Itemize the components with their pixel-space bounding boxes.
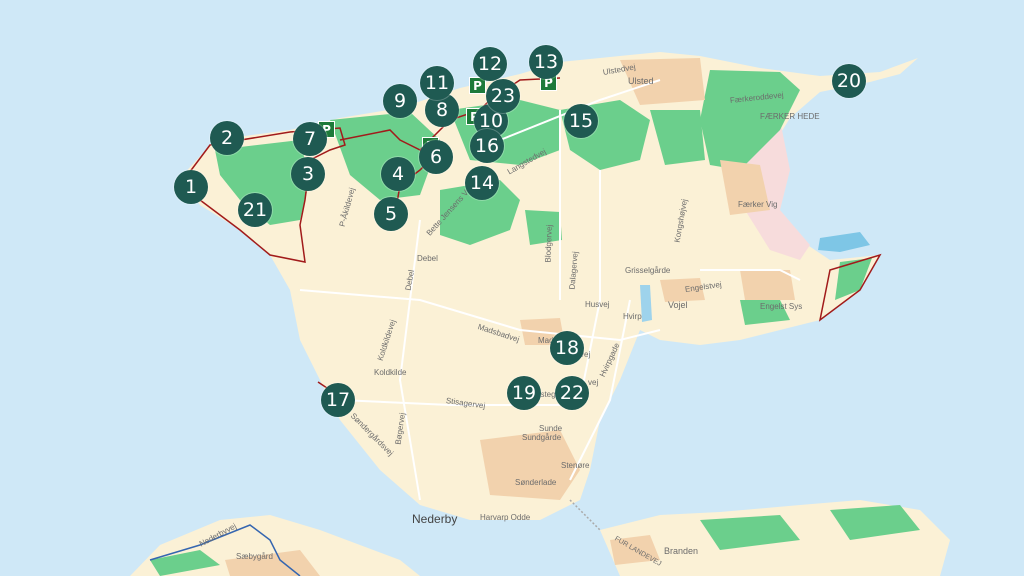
map-marker-22[interactable]: 22 <box>555 376 589 410</box>
map-marker-16[interactable]: 16 <box>470 129 504 163</box>
place-sundgarde: Sundgårde <box>522 433 562 442</box>
map-marker-11[interactable]: 11 <box>420 66 454 100</box>
road-bloddgervej: Blodgervej <box>543 224 554 263</box>
place-koldkilde: Koldkilde <box>374 368 407 377</box>
road-husvej: Husvej <box>585 300 610 309</box>
lake <box>818 232 870 252</box>
place-vojel: Vojel <box>668 300 688 310</box>
place-hvirp: Hvirp <box>623 312 642 321</box>
place-faerker-hede: FÆRKER HEDE <box>760 112 820 121</box>
map-marker-23[interactable]: 23 <box>486 79 520 113</box>
place-nederby: Nederby <box>412 512 458 526</box>
road-vej-22: vej <box>588 378 599 387</box>
map-marker-18[interactable]: 18 <box>550 331 584 365</box>
map-marker-6[interactable]: 6 <box>419 140 453 174</box>
place-debel: Debel <box>417 254 438 263</box>
map-marker-1[interactable]: 1 <box>174 170 208 204</box>
place-grisselgarde: Grisselgårde <box>625 266 671 275</box>
bridge <box>569 499 601 531</box>
place-sunde: Sunde <box>539 424 563 433</box>
map-marker-2[interactable]: 2 <box>210 121 244 155</box>
place-branden: Branden <box>664 546 699 556</box>
map-marker-4[interactable]: 4 <box>381 157 415 191</box>
map-marker-13[interactable]: 13 <box>529 45 563 79</box>
place-faerker-vig: Færker Vig <box>738 200 778 209</box>
map-marker-7[interactable]: 7 <box>293 122 327 156</box>
map-marker-12[interactable]: 12 <box>473 47 507 81</box>
place-ulsted: Ulsted <box>628 76 654 86</box>
map-marker-21[interactable]: 21 <box>238 193 272 227</box>
place-saebygard: Sæbygård <box>236 552 273 561</box>
map-view[interactable]: Ulsted FÆRKER HEDE Færker Vig Grisselgår… <box>0 0 1024 576</box>
place-sonderlade: Sønderlade <box>515 478 557 487</box>
map-marker-17[interactable]: 17 <box>321 383 355 417</box>
map-marker-19[interactable]: 19 <box>507 376 541 410</box>
map-marker-20[interactable]: 20 <box>832 64 866 98</box>
map-marker-5[interactable]: 5 <box>374 197 408 231</box>
place-harvarp-odde: Harvarp Odde <box>480 513 531 522</box>
place-stenore: Stenøre <box>561 461 590 470</box>
map-marker-15[interactable]: 15 <box>564 104 598 138</box>
map-marker-9[interactable]: 9 <box>383 84 417 118</box>
map-marker-3[interactable]: 3 <box>291 157 325 191</box>
place-engelst-sys: Engelst Sys <box>760 302 803 311</box>
map-marker-14[interactable]: 14 <box>465 166 499 200</box>
